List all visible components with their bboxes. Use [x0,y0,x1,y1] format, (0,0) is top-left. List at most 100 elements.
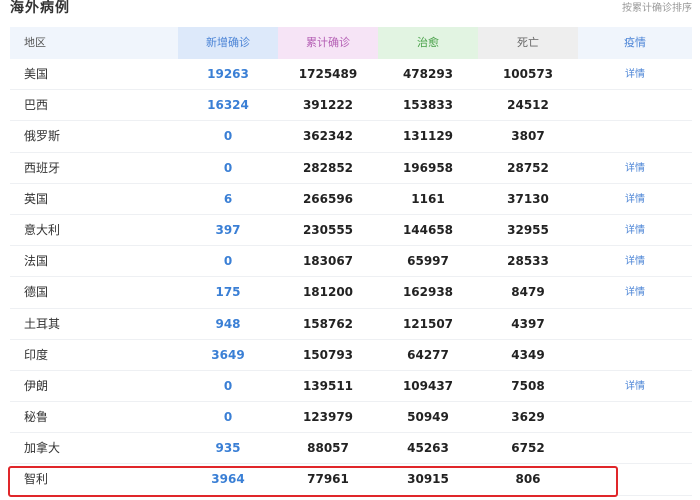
table-row[interactable]: 巴西 16324 391222 153833 24512 [10,90,692,122]
new-confirmed-cell: 935 [215,441,241,456]
region-cell: 伊朗 [24,378,49,393]
detail-link[interactable]: 详情 [578,277,692,308]
header-epidemic: 疫情 [578,27,692,59]
dead-cell: 8479 [511,285,545,300]
region-cell: 德国 [24,285,49,300]
region-cell: 智利 [24,472,49,487]
new-confirmed-cell: 175 [215,285,241,300]
cured-cell: 30915 [407,472,449,487]
total-confirmed-cell: 1725489 [298,67,358,81]
cured-cell: 196958 [402,160,454,175]
region-cell: 加拿大 [24,441,61,456]
total-confirmed-cell: 266596 [302,191,354,206]
detail-link[interactable]: 详情 [578,371,692,402]
new-confirmed-cell: 0 [223,129,233,144]
table-row[interactable]: 土耳其 948 158762 121507 4397 [10,309,692,340]
region-cell: 俄罗斯 [24,129,61,144]
dead-cell: 806 [515,472,541,487]
table-row[interactable]: 伊朗 0 139511 109437 7508 详情 [10,371,692,403]
region-cell: 西班牙 [24,160,61,175]
table-row[interactable]: 俄罗斯 0 362342 131129 3807 [10,121,692,153]
total-confirmed-cell: 230555 [302,222,354,237]
new-confirmed-cell: 19263 [207,67,249,81]
table-header: 地区 新增确诊 累计确诊 治愈 死亡 疫情 [10,27,692,59]
page-title: 海外病例 [10,0,70,16]
dead-cell: 28533 [507,254,549,269]
dead-cell: 32955 [507,222,549,237]
detail-link[interactable]: 详情 [578,153,692,184]
region-cell: 美国 [24,67,49,81]
sort-by-total-link[interactable]: 按累计确诊排序 [622,0,692,14]
dead-cell: 28752 [507,160,549,175]
cured-cell: 1161 [411,191,445,206]
new-confirmed-cell: 948 [215,316,241,331]
table-row[interactable]: 西班牙 0 282852 196958 28752 详情 [10,153,692,184]
table-row[interactable]: 加拿大 935 88057 45263 6752 [10,433,692,465]
region-cell: 秘鲁 [24,410,49,425]
detail-link [578,121,692,152]
table-row[interactable]: 智利 3964 77961 30915 806 [10,464,692,496]
header-total-confirmed[interactable]: 累计确诊 [278,27,378,59]
header-dead[interactable]: 死亡 [478,27,578,59]
cured-cell: 162938 [402,285,454,300]
total-confirmed-cell: 158762 [302,316,354,331]
table-row[interactable]: 印度 3649 150793 64277 4349 [10,340,692,371]
table-row[interactable]: 法国 0 183067 65997 28533 详情 [10,246,692,278]
detail-link[interactable]: 详情 [578,184,692,215]
region-cell: 法国 [24,254,49,269]
detail-link [578,464,692,495]
total-confirmed-cell: 391222 [302,98,354,113]
header-new-confirmed[interactable]: 新增确诊 [178,27,278,59]
header-cured[interactable]: 治愈 [378,27,478,59]
cured-cell: 109437 [402,378,454,393]
region-cell: 巴西 [24,98,49,113]
dead-cell: 24512 [507,98,549,113]
cured-cell: 144658 [402,222,454,237]
region-cell: 印度 [24,347,49,362]
region-cell: 意大利 [24,222,61,237]
detail-link [578,402,692,433]
detail-link [578,90,692,121]
cases-table: 地区 新增确诊 累计确诊 治愈 死亡 疫情 美国 19263 1725489 4782… [10,27,692,496]
table-row[interactable]: 德国 175 181200 162938 8479 详情 [10,277,692,309]
header-region: 地区 [10,27,140,59]
new-confirmed-cell: 397 [215,222,241,237]
total-confirmed-cell: 88057 [307,441,349,456]
dead-cell: 3807 [511,129,545,144]
table-row[interactable]: 美国 19263 1725489 478293 100573 详情 [10,59,692,91]
detail-link[interactable]: 详情 [578,215,692,246]
total-confirmed-cell: 362342 [302,129,354,144]
table-row[interactable]: 英国 6 266596 1161 37130 详情 [10,184,692,215]
cured-cell: 478293 [402,67,454,81]
new-confirmed-cell: 16324 [207,98,249,113]
region-cell: 英国 [24,191,49,206]
total-confirmed-cell: 183067 [302,254,354,269]
table-row[interactable]: 秘鲁 0 123979 50949 3629 [10,402,692,434]
detail-link[interactable]: 详情 [578,246,692,277]
dead-cell: 4349 [511,347,545,362]
total-confirmed-cell: 181200 [302,285,354,300]
total-confirmed-cell: 139511 [302,378,354,393]
region-cell: 土耳其 [24,316,61,331]
table-body: 美国 19263 1725489 478293 100573 详情 巴西 16324 39122… [10,59,692,496]
detail-link[interactable]: 详情 [578,59,692,90]
total-confirmed-cell: 282852 [302,160,354,175]
cured-cell: 45263 [407,441,449,456]
new-confirmed-cell: 0 [223,410,233,425]
table-row[interactable]: 意大利 397 230555 144658 32955 详情 [10,215,692,247]
dead-cell: 100573 [502,67,554,81]
total-confirmed-cell: 123979 [302,410,354,425]
cured-cell: 65997 [407,254,449,269]
detail-link [578,309,692,340]
cured-cell: 64277 [407,347,449,362]
dead-cell: 4397 [511,316,545,331]
dead-cell: 6752 [511,441,545,456]
dead-cell: 3629 [511,410,545,425]
cured-cell: 131129 [402,129,454,144]
cured-cell: 153833 [402,98,454,113]
cured-cell: 50949 [407,410,449,425]
detail-link [578,340,692,371]
dead-cell: 37130 [507,191,549,206]
dead-cell: 7508 [511,378,545,393]
new-confirmed-cell: 0 [223,254,233,269]
